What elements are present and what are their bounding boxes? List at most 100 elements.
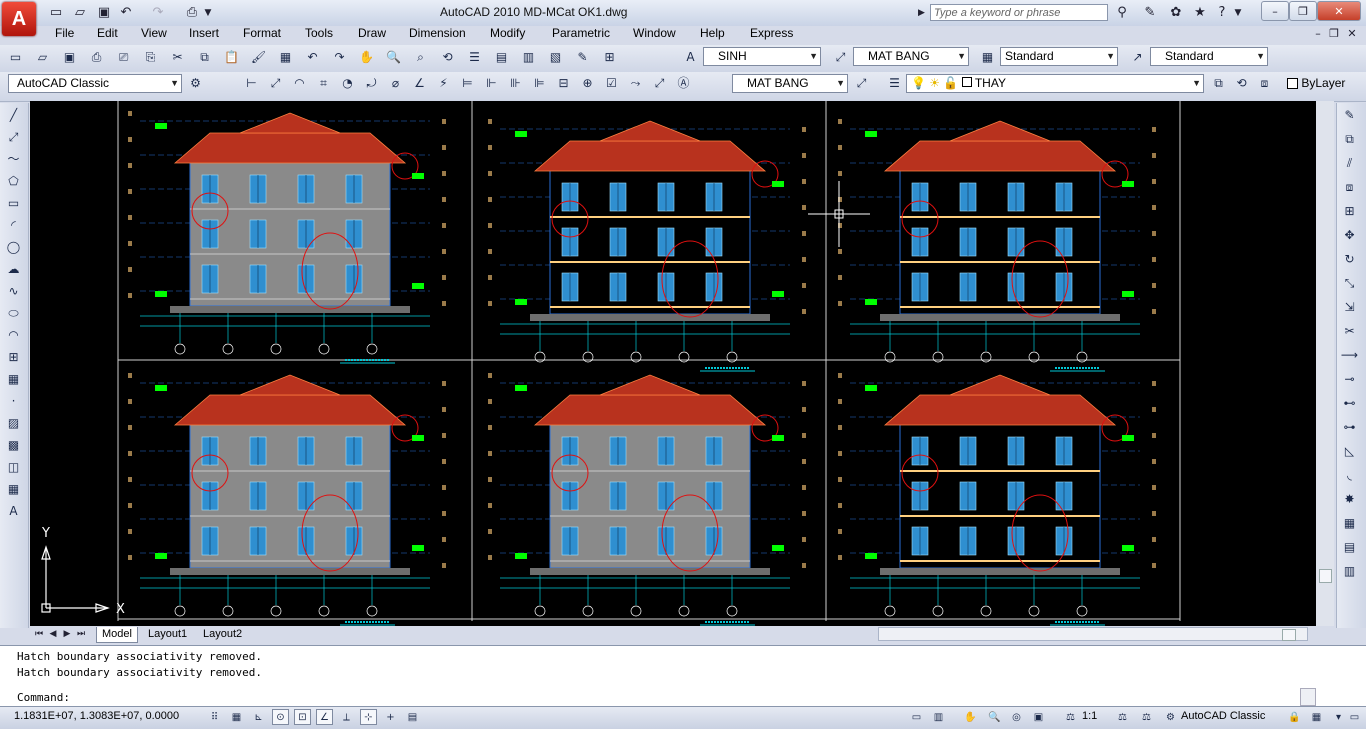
redo-icon[interactable]: ↷: [148, 3, 168, 23]
menu-draw[interactable]: Draw: [358, 26, 386, 45]
line-icon[interactable]: ╱: [4, 106, 23, 125]
open-icon[interactable]: ▱: [70, 3, 90, 23]
qnew-icon[interactable]: ▭: [6, 48, 25, 67]
pan-realtime-icon[interactable]: ✋: [357, 48, 376, 67]
ellipse-arc-icon[interactable]: ◠: [4, 326, 23, 345]
layer-select[interactable]: 💡 ☀ 🔓 THAY ▼: [906, 74, 1204, 93]
drawing-area[interactable]: Y X: [30, 101, 1316, 626]
toolbar-lock-icon[interactable]: 🔒: [1286, 709, 1303, 725]
block-editor-icon[interactable]: ▦: [276, 48, 295, 67]
multileader-style-select[interactable]: Standard ▼: [1150, 47, 1268, 66]
circle-icon[interactable]: ◯: [4, 238, 23, 257]
undo-icon[interactable]: ↶: [116, 3, 136, 23]
quickcalc-icon[interactable]: ⊞: [600, 48, 619, 67]
search-input[interactable]: Type a keyword or phrase: [930, 4, 1108, 21]
tab-layout1[interactable]: Layout1: [143, 627, 192, 642]
grid-icon[interactable]: ▦: [228, 709, 245, 725]
polyline-icon[interactable]: 〜: [4, 150, 23, 169]
prev-tab-button[interactable]: ◀: [47, 627, 59, 641]
offset-icon[interactable]: ⧈: [1340, 178, 1359, 197]
dim-radius-icon[interactable]: ◔: [338, 74, 357, 93]
dim-break-icon[interactable]: ⊫: [530, 74, 549, 93]
vertical-scroll-thumb[interactable]: [1319, 569, 1332, 583]
menu-file[interactable]: File: [55, 26, 74, 45]
dim-style-icon[interactable]: ⤢: [831, 48, 850, 67]
dim-jog-line-icon[interactable]: ⤳: [626, 74, 645, 93]
subscription-center-icon[interactable]: ✎: [1140, 3, 1160, 23]
rotate-icon[interactable]: ↻: [1340, 250, 1359, 269]
make-block-icon[interactable]: ▦: [4, 370, 23, 389]
annotation-scale-icon[interactable]: ⚖: [1062, 709, 1079, 725]
menu-dimension[interactable]: Dimension: [409, 26, 466, 45]
table-style-icon[interactable]: ▦: [978, 48, 997, 67]
properties-icon[interactable]: ☰: [465, 48, 484, 67]
layer-previous-icon[interactable]: ⟲: [1232, 74, 1251, 93]
center-mark-icon[interactable]: ⊕: [578, 74, 597, 93]
dim-style-select[interactable]: MAT BANG ▼: [853, 47, 969, 66]
menu-format[interactable]: Format: [243, 26, 281, 45]
application-menu-button[interactable]: A: [2, 2, 36, 36]
zoom-realtime-icon[interactable]: 🔍: [384, 48, 403, 67]
workspace-settings-icon[interactable]: ⚙: [186, 74, 205, 93]
extend-icon[interactable]: ⟶: [1340, 346, 1359, 365]
table-style-select[interactable]: Standard ▼: [1000, 47, 1118, 66]
zoom-previous-icon[interactable]: ⟲: [438, 48, 457, 67]
open-icon[interactable]: ▱: [33, 48, 52, 67]
menu-help[interactable]: Help: [700, 26, 725, 45]
sheet-set-icon[interactable]: ▧: [546, 48, 565, 67]
pan-icon[interactable]: ✋: [962, 709, 979, 725]
mirror-icon[interactable]: ⫽: [1340, 154, 1359, 173]
dim-linear-icon[interactable]: ⊢: [242, 74, 261, 93]
break-icon[interactable]: ⊷: [1340, 394, 1359, 413]
ellipse-icon[interactable]: ⬭: [4, 304, 23, 323]
construction-line-icon[interactable]: ⤢: [4, 128, 23, 147]
undo-icon[interactable]: ↶: [303, 48, 322, 67]
region-icon[interactable]: ◫: [4, 458, 23, 477]
minimize-button[interactable]: –: [1261, 1, 1289, 21]
trim-icon[interactable]: ✂: [1340, 322, 1359, 341]
menu-window[interactable]: Window: [633, 26, 676, 45]
menu-parametric[interactable]: Parametric: [552, 26, 610, 45]
command-scroll-thumb[interactable]: [1300, 688, 1316, 706]
arc-icon[interactable]: ◜: [4, 216, 23, 235]
revision-cloud-icon[interactable]: ☁: [4, 260, 23, 279]
zoom-icon[interactable]: 🔍: [986, 709, 1003, 725]
color-control[interactable]: ByLayer: [1287, 74, 1366, 93]
tab-model[interactable]: Model: [96, 627, 138, 643]
quick-access-dropdown-icon[interactable]: ▼: [202, 3, 214, 23]
modify-ii-icon[interactable]: ▤: [1340, 538, 1359, 557]
maximize-button[interactable]: ❐: [1289, 1, 1317, 21]
vertical-scrollbar[interactable]: [1316, 101, 1334, 626]
stretch-icon[interactable]: ⇲: [1340, 298, 1359, 317]
layer-properties-icon[interactable]: ☰: [885, 74, 904, 93]
osnap-icon[interactable]: ⊡: [294, 709, 311, 725]
text-style-select[interactable]: SINH ▼: [703, 47, 821, 66]
search-expand-icon[interactable]: ▶: [918, 5, 928, 21]
paste-icon[interactable]: 📋: [222, 48, 241, 67]
quick-dim-icon[interactable]: ⚡: [434, 74, 453, 93]
polygon-icon[interactable]: ⬠: [4, 172, 23, 191]
design-center-icon[interactable]: ▤: [492, 48, 511, 67]
draw-order-icon[interactable]: ▦: [1340, 514, 1359, 533]
scale-icon[interactable]: ⤡: [1340, 274, 1359, 293]
dim-jogged-icon[interactable]: ⤾: [362, 74, 381, 93]
copy-icon[interactable]: ⧉: [195, 48, 214, 67]
dim-continue-icon[interactable]: ⊩: [482, 74, 501, 93]
point-icon[interactable]: ·: [4, 392, 23, 411]
insert-block-icon[interactable]: ⊞: [4, 348, 23, 367]
save-icon[interactable]: ▣: [60, 48, 79, 67]
multiline-text-icon[interactable]: A: [4, 502, 23, 521]
search-results-icon[interactable]: ⚲: [1112, 3, 1132, 23]
otrack-icon[interactable]: ∠: [316, 709, 333, 725]
tool-palettes-icon[interactable]: ▥: [519, 48, 538, 67]
annotation-scale-value[interactable]: 1:1: [1082, 710, 1097, 722]
model-space-icon[interactable]: ▭: [908, 709, 925, 725]
break-at-point-icon[interactable]: ⊸: [1340, 370, 1359, 389]
dyn-icon[interactable]: ⊹: [360, 709, 377, 725]
dim-space-icon[interactable]: ⊪: [506, 74, 525, 93]
doc-close-button[interactable]: ✕: [1345, 27, 1359, 41]
explode-icon[interactable]: ✸: [1340, 490, 1359, 509]
workspace-switch-icon[interactable]: ⚙: [1162, 709, 1179, 725]
copy-icon[interactable]: ⧉: [1340, 130, 1359, 149]
dim-arc-icon[interactable]: ◠: [290, 74, 309, 93]
